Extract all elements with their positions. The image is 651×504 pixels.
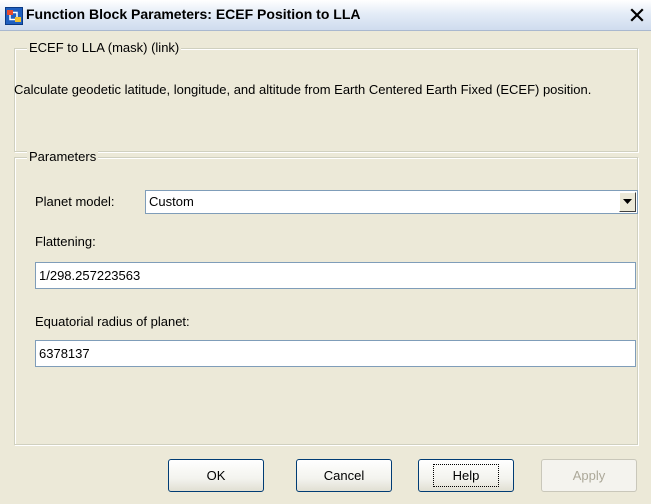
apply-button[interactable]: Apply [541, 459, 637, 492]
close-icon [630, 8, 644, 22]
planet-model-value: Custom [149, 194, 194, 209]
planet-model-label: Planet model: [35, 194, 115, 209]
planet-model-select[interactable]: Custom [145, 190, 638, 214]
flattening-input[interactable] [35, 262, 636, 289]
apply-button-label: Apply [572, 468, 606, 483]
flattening-label: Flattening: [35, 234, 96, 249]
help-button-label: Help [432, 464, 500, 487]
equatorial-radius-input[interactable] [35, 340, 636, 367]
parameters-group-title: Parameters [27, 149, 99, 165]
equatorial-radius-label: Equatorial radius of planet: [35, 314, 190, 329]
help-button[interactable]: Help [418, 459, 514, 492]
ok-button-label: OK [206, 468, 226, 483]
ok-button[interactable]: OK [168, 459, 264, 492]
close-button[interactable] [628, 6, 646, 24]
cancel-button[interactable]: Cancel [296, 459, 392, 492]
window-title: Function Block Parameters: ECEF Position… [26, 6, 361, 22]
simulink-block-icon [5, 7, 23, 25]
block-group-title: ECEF to LLA (mask) (link) [27, 40, 182, 56]
title-bar[interactable]: Function Block Parameters: ECEF Position… [0, 0, 651, 31]
block-description-group: ECEF to LLA (mask) (link) [14, 40, 638, 152]
chevron-down-icon [623, 199, 632, 204]
cancel-button-label: Cancel [323, 468, 365, 483]
dropdown-button[interactable] [619, 192, 636, 212]
block-description: Calculate geodetic latitude, longitude, … [14, 82, 592, 97]
dialog-body: ECEF to LLA (mask) (link) Calculate geod… [0, 31, 651, 504]
